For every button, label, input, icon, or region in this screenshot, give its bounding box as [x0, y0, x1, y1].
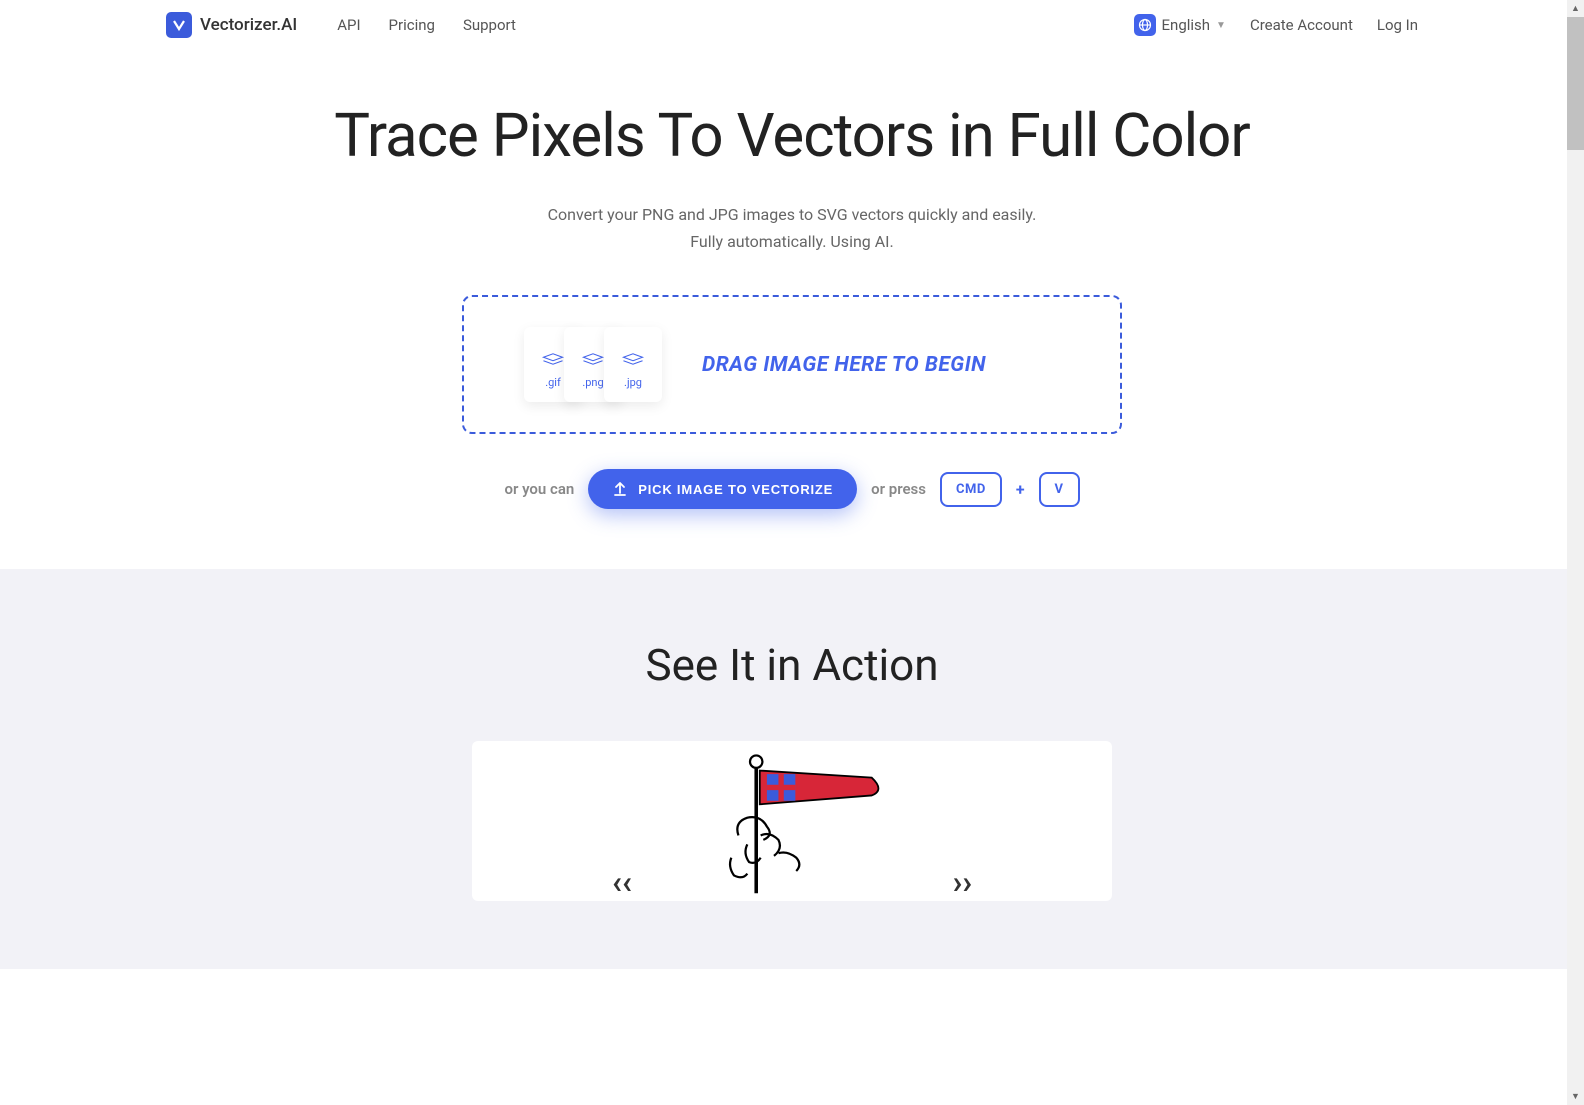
file-card-jpg: .jpg	[604, 327, 662, 402]
carousel-prev-button[interactable]: ‹‹	[612, 863, 632, 901]
scrollbar-thumb[interactable]	[1567, 17, 1584, 150]
demo-image	[502, 751, 1082, 901]
pick-button-label: PICK IMAGE TO VECTORIZE	[638, 482, 833, 497]
upload-icon	[612, 481, 628, 497]
header: Vectorizer.AI API Pricing Support Englis…	[142, 0, 1442, 50]
page-subtitle: Convert your PNG and JPG images to SVG v…	[262, 201, 1322, 255]
image-stack-icon	[620, 350, 646, 368]
brand-name: Vectorizer.AI	[200, 15, 297, 35]
image-stack-icon	[580, 350, 606, 368]
subtitle-line-2: Fully automatically. Using AI.	[262, 228, 1322, 255]
dropzone-label: DRAG IMAGE HERE TO BEGIN	[702, 353, 986, 377]
section-title: See It in Action	[20, 639, 1564, 691]
file-ext-jpg: .jpg	[624, 376, 642, 389]
dropzone[interactable]: .gif .png .jpg DRAG IMAGE	[462, 295, 1122, 434]
nav-primary: API Pricing Support	[337, 16, 516, 34]
globe-icon	[1134, 14, 1156, 36]
file-ext-png: .png	[582, 376, 603, 389]
language-label: English	[1162, 16, 1211, 34]
or-you-can-label: or you can	[504, 480, 574, 498]
subtitle-line-1: Convert your PNG and JPG images to SVG v…	[262, 201, 1322, 228]
scrollbar-up-icon[interactable]: ▲	[1567, 0, 1584, 17]
create-account-link[interactable]: Create Account	[1250, 16, 1353, 34]
image-stack-icon	[540, 350, 566, 368]
log-in-link[interactable]: Log In	[1377, 16, 1418, 34]
nav-api[interactable]: API	[337, 16, 360, 34]
pick-image-button[interactable]: PICK IMAGE TO VECTORIZE	[588, 469, 857, 509]
language-selector[interactable]: English ▼	[1134, 14, 1226, 36]
scrollbar[interactable]: ▲ ▼	[1567, 0, 1584, 1105]
page-title: Trace Pixels To Vectors in Full Color	[262, 100, 1322, 171]
plus-sign: +	[1016, 480, 1025, 499]
nav-pricing[interactable]: Pricing	[389, 16, 435, 34]
chevron-down-icon: ▼	[1216, 20, 1226, 31]
nav-support[interactable]: Support	[463, 16, 516, 34]
nav-secondary: English ▼ Create Account Log In	[1134, 14, 1418, 36]
file-ext-gif: .gif	[545, 376, 561, 389]
key-v: V	[1039, 472, 1080, 507]
or-press-label: or press	[871, 480, 926, 498]
logo-icon	[166, 12, 192, 38]
scrollbar-down-icon[interactable]: ▼	[1567, 1088, 1584, 1105]
carousel-next-button[interactable]: ››	[953, 863, 972, 901]
demo-carousel: ‹‹ ››	[472, 741, 1112, 901]
file-type-icons: .gif .png .jpg	[524, 327, 662, 402]
key-cmd: CMD	[940, 472, 1002, 507]
action-row: or you can PICK IMAGE TO VECTORIZE or pr…	[462, 469, 1122, 509]
hero-section: Trace Pixels To Vectors in Full Color Co…	[242, 50, 1342, 569]
logo[interactable]: Vectorizer.AI	[166, 12, 297, 38]
see-in-action-section: See It in Action	[0, 569, 1584, 969]
knight-flag-illustration	[694, 751, 890, 901]
